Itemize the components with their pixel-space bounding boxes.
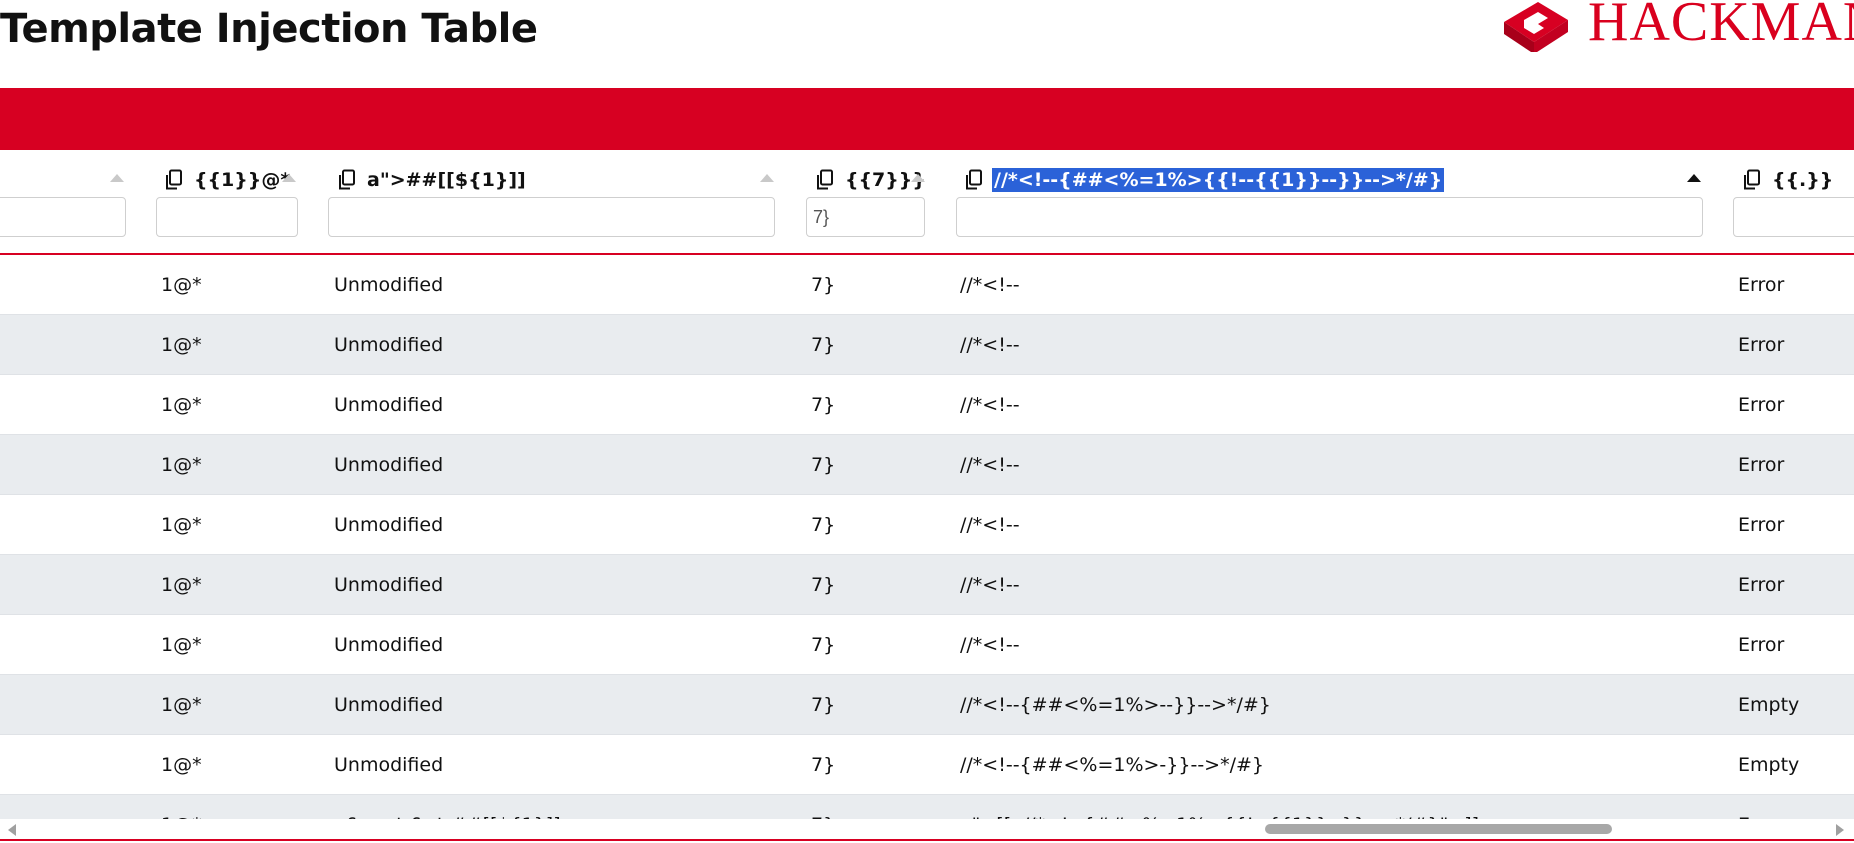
table-cell: //*<!-- <box>960 454 1020 476</box>
table-cell: 1@* <box>161 514 202 536</box>
copy-icon[interactable] <box>964 169 984 191</box>
table-cell: Error <box>1738 394 1785 416</box>
table-cell: 7} <box>811 574 836 596</box>
copy-icon[interactable] <box>164 169 184 191</box>
table-cell: 7} <box>811 694 836 716</box>
table-cell: 1@* <box>161 454 202 476</box>
table-body: 1@* Unmodified 7} //*<!-- Error 1@* Unmo… <box>0 255 1854 819</box>
table-cell: Empty <box>1738 754 1800 776</box>
table-cell: //*<!-- <box>960 394 1020 416</box>
table-row[interactable]: 1@* Unmodified 7} //*<!-- Error <box>0 375 1854 435</box>
sort-icon[interactable] <box>911 174 925 182</box>
column-header-label: {{1}}@* <box>194 169 291 191</box>
table-cell: 7} <box>811 795 835 819</box>
table-cell: //*<!--{##<%=1%>-}}-->*/#} <box>960 754 1265 776</box>
table-cell: 7} <box>811 514 836 536</box>
page-title: Template Injection Table <box>0 6 538 52</box>
scroll-left-arrow-icon[interactable] <box>8 824 16 836</box>
table-cell: //*<!--{##<%=1%>--}}-->*/#} <box>960 694 1271 716</box>
table-cell: 1@* <box>161 274 202 296</box>
table-cell: 7} <box>811 754 836 776</box>
table-cell: Error <box>1738 334 1785 356</box>
toolbar-band <box>0 88 1854 150</box>
column-filter-input[interactable] <box>0 197 126 237</box>
table-cell: Unmodified <box>334 634 444 656</box>
table-cell: 7} <box>811 334 836 356</box>
scrollbar-thumb[interactable] <box>1265 824 1612 834</box>
copy-icon[interactable] <box>1742 169 1762 191</box>
table-cell: //*<!-- <box>960 514 1020 536</box>
sort-ascending-icon[interactable] <box>1687 174 1701 182</box>
table-row[interactable]: 1@* Unmodified 7} //*<!-- Error <box>0 435 1854 495</box>
table-cell: Error <box>1738 574 1785 596</box>
scroll-right-arrow-icon[interactable] <box>1836 824 1844 836</box>
table-cell: Error <box>1738 274 1785 296</box>
brand-logo[interactable]: HACKMANIT <box>1494 0 1854 52</box>
table-cell: 1@* <box>161 334 202 356</box>
table-cell: //*<!-- <box>960 334 1020 356</box>
table-cell: Unmodified <box>334 454 444 476</box>
table-row[interactable]: 1@* Unmodified 7} //*<!-- Error <box>0 615 1854 675</box>
table-cell: Unmodified <box>334 394 444 416</box>
column-filter-input[interactable] <box>328 197 775 237</box>
column-filter-input[interactable] <box>1733 197 1854 237</box>
column-filter-input[interactable] <box>806 197 925 237</box>
copy-icon[interactable] <box>337 169 357 191</box>
table-cell: //*<!-- <box>960 574 1020 596</box>
sort-icon[interactable] <box>110 174 124 182</box>
footer-divider <box>0 839 1854 841</box>
table-cell: 7} <box>811 394 836 416</box>
column-header-label: {{.}} <box>1772 169 1834 191</box>
table-row[interactable]: 1@* Unmodified 7} //*<!-- Error <box>0 555 1854 615</box>
table-cell: Unmodified <box>334 574 444 596</box>
logo-mark-icon <box>1504 2 1568 52</box>
table-cell: a&quot;&gt;##[[${1}]] <box>334 795 561 819</box>
table-cell: 1@* <box>161 754 202 776</box>
table-cell: 1@* <box>161 694 202 716</box>
table-row[interactable]: 1@* Unmodified 7} //*<!--{##<%=1%>--}}--… <box>0 675 1854 735</box>
column-header-6[interactable]: {{.}} <box>1742 164 1835 196</box>
table-cell: 7} <box>811 634 836 656</box>
table-cell: Unmodified <box>334 694 444 716</box>
column-header-label: //*<!--{##<%=1%>{{!--{{1}}--}}-->*/#} <box>992 168 1445 192</box>
table-cell: 1@* <box>161 574 202 596</box>
table-cell: Error <box>1738 795 1784 819</box>
column-filter-input[interactable] <box>956 197 1703 237</box>
table-cell: 1@* <box>161 634 202 656</box>
table-cell: Error <box>1738 454 1785 476</box>
table-cell: //*<!-- <box>960 274 1020 296</box>
sort-icon[interactable] <box>760 174 774 182</box>
table-cell: 1@* <box>161 394 202 416</box>
table-cell: 7} <box>811 274 836 296</box>
table-cell: Unmodified <box>334 514 444 536</box>
column-header-3[interactable]: a">##[[${1}]] <box>337 164 528 196</box>
column-header-5[interactable]: //*<!--{##<%=1%>{{!--{{1}}--}}-->*/#} <box>964 164 1445 196</box>
table-cell: Empty <box>1738 694 1800 716</box>
table-row[interactable]: 1@* a&quot;&gt;##[[${1}]] 7} a">[[a//*<!… <box>0 795 1854 819</box>
column-header-label: a">##[[${1}]] <box>367 169 526 191</box>
table-cell: a">[[a//*<!--{##<%=1%>{{!--{{1}}--}}-->*… <box>960 795 1491 819</box>
table-cell: 7} <box>811 454 836 476</box>
table-cell: 1@* <box>161 795 202 819</box>
logo-wordmark: HACKMANIT <box>1588 0 1854 52</box>
table-cell: Error <box>1738 634 1785 656</box>
sort-icon[interactable] <box>282 174 296 182</box>
table-row[interactable]: 1@* Unmodified 7} //*<!-- Error <box>0 495 1854 555</box>
table-cell: Error <box>1738 514 1785 536</box>
table-row[interactable]: 1@* Unmodified 7} //*<!--{##<%=1%>-}}-->… <box>0 735 1854 795</box>
table-cell: Unmodified <box>334 274 444 296</box>
table-row[interactable]: 1@* Unmodified 7} //*<!-- Error <box>0 255 1854 315</box>
table-cell: Unmodified <box>334 334 444 356</box>
column-filter-input[interactable] <box>156 197 298 237</box>
table-row[interactable]: 1@* Unmodified 7} //*<!-- Error <box>0 315 1854 375</box>
column-header-2[interactable]: {{1}}@* <box>164 164 292 196</box>
copy-icon[interactable] <box>815 169 835 191</box>
table-cell: Unmodified <box>334 754 444 776</box>
horizontal-scrollbar[interactable] <box>0 819 1854 839</box>
table-cell: //*<!-- <box>960 634 1020 656</box>
